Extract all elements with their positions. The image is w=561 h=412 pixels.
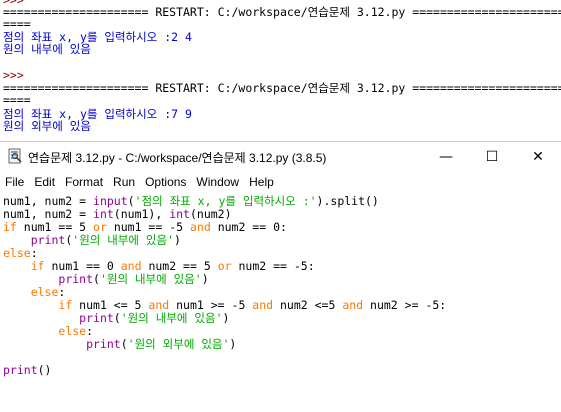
- window-title: 연습문제 3.12.py - C:/workspace/연습문제 3.12.py…: [28, 151, 327, 165]
- shell-restart-line: ===================== RESTART: C:/worksp…: [3, 5, 561, 19]
- code-line: if num1 == 0 and num2 == 5 or num2 == -5…: [30, 259, 315, 273]
- minimize-button[interactable]: —: [423, 142, 469, 172]
- code-line: else:: [30, 285, 66, 299]
- code-line: print('원의 내부에 있음'): [30, 233, 181, 247]
- editor-window: 연습문제 3.12.py - C:/workspace/연습문제 3.12.py…: [0, 141, 561, 412]
- menu-format[interactable]: Format: [60, 172, 108, 193]
- shell-prompt: >>>: [3, 68, 24, 82]
- close-button[interactable]: ✕: [515, 142, 561, 172]
- shell-output-area[interactable]: >>> ===================== RESTART: C:/wo…: [0, 0, 561, 144]
- menu-help[interactable]: Help: [244, 172, 279, 193]
- code-line: if num1 <= 5 and num1 >= -5 and num2 <=5…: [58, 298, 447, 312]
- shell-output-line: 원의 외부에 있음: [3, 119, 91, 133]
- code-line: print('원의 내부에 있음'): [58, 272, 209, 286]
- code-editor[interactable]: num1, num2 = input('점의 좌표 x, y를 입력하시오 :'…: [0, 193, 561, 412]
- menu-file[interactable]: File: [0, 172, 29, 193]
- code-line: else:: [3, 246, 38, 260]
- shell-restart-line: ===================== RESTART: C:/worksp…: [3, 81, 561, 95]
- code-line: print('원의 외부에 있음'): [86, 337, 237, 351]
- code-line: num1, num2 = input('점의 좌표 x, y를 입력하시오 :'…: [3, 194, 379, 208]
- title-bar[interactable]: 연습문제 3.12.py - C:/workspace/연습문제 3.12.py…: [0, 142, 561, 172]
- shell-output-line: 원의 내부에 있음: [3, 42, 91, 56]
- menu-bar: File Edit Format Run Options Window Help: [0, 172, 561, 193]
- shell-restart-line: ====: [3, 93, 31, 107]
- maximize-button[interactable]: ☐: [469, 142, 515, 172]
- code-line: if num1 == 5 or num1 == -5 and num2 == 0…: [3, 220, 287, 234]
- code-line: num1, num2 = int(num1), int(num2): [3, 207, 232, 221]
- menu-window[interactable]: Window: [191, 172, 244, 193]
- code-line: print(): [3, 363, 52, 377]
- shell-restart-line: ====: [3, 17, 31, 31]
- code-line: else:: [58, 324, 94, 338]
- code-line: print('원의 내부에 있음'): [79, 311, 230, 325]
- menu-run[interactable]: Run: [108, 172, 140, 193]
- python-file-icon: [8, 148, 22, 164]
- menu-edit[interactable]: Edit: [29, 172, 60, 193]
- menu-options[interactable]: Options: [140, 172, 191, 193]
